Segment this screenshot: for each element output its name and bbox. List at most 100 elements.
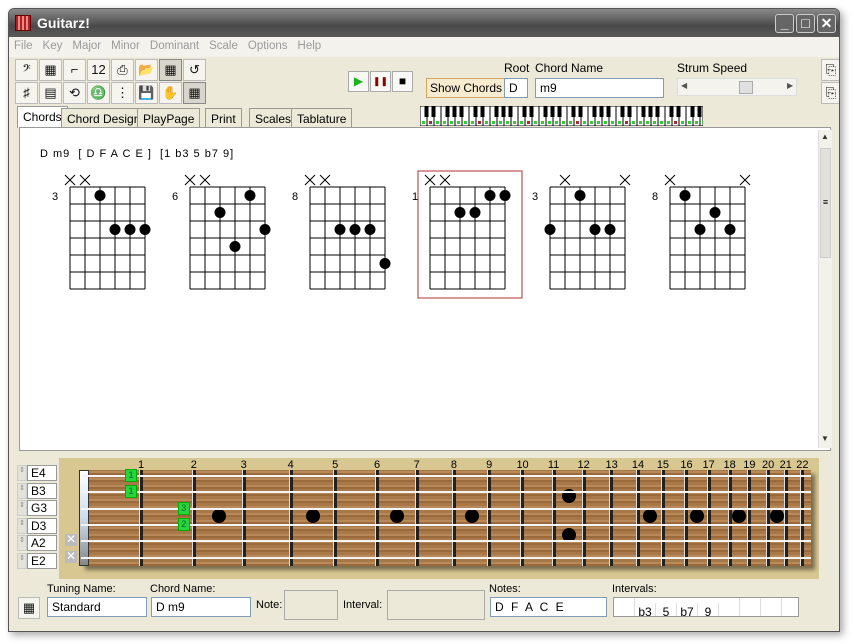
key-marker	[492, 121, 495, 124]
menu-options[interactable]: Options	[243, 37, 293, 55]
finger-marker[interactable]: 2	[177, 517, 190, 531]
show-chords-button[interactable]: Show Chords	[426, 78, 507, 98]
keyboard-icon[interactable]: ▦	[39, 59, 62, 81]
key-marker	[457, 121, 460, 124]
key-marker	[695, 121, 698, 124]
print-icon[interactable]: ⎙	[111, 59, 134, 81]
staff-icon[interactable]: ♯	[15, 82, 38, 104]
menu-scale[interactable]: Scale	[204, 37, 243, 55]
string-label-G3[interactable]: G3	[27, 500, 57, 516]
note-label: Note:	[256, 599, 283, 611]
menu-dominant[interactable]: Dominant	[145, 37, 204, 55]
string-tuning-spinner[interactable]: ⇕	[17, 535, 27, 551]
menu-minor[interactable]: Minor	[106, 37, 145, 55]
muted-string-mark	[199, 174, 211, 186]
fretboard-toggle-icon[interactable]: ▦	[18, 597, 40, 619]
vertical-scrollbar[interactable]: ▲ ≡ ▼	[818, 130, 832, 448]
finger-dot	[724, 224, 736, 235]
loop-icon[interactable]: ⟲	[63, 82, 86, 104]
string-tuning-spinner[interactable]: ⇕	[17, 517, 27, 534]
key-marker	[604, 121, 607, 124]
page-3-icon[interactable]: ⎘	[821, 82, 839, 104]
string-tuning-spinner[interactable]: ⇕	[17, 465, 27, 481]
finger-dot	[109, 224, 121, 235]
menu-help[interactable]: Help	[293, 37, 327, 55]
tab-scales[interactable]: Scales	[249, 108, 298, 128]
play-button[interactable]: ▶	[348, 71, 369, 92]
maximize-button[interactable]: □	[796, 14, 815, 33]
note-display	[284, 590, 338, 620]
fretboard[interactable]: 1 2 3 4 5 6 7 8 9 10 11 12 13 14 15 16 17 18 19 20 21 22 1 1 3 2 ✕…	[59, 458, 819, 579]
arrow-right-icon[interactable]: ▶	[787, 81, 793, 90]
menu-bar: File Key Major Minor Dominant Scale Options Hel…	[9, 37, 839, 57]
grid-icon[interactable]: ▦	[159, 59, 182, 81]
page-1-icon[interactable]: ⎘	[821, 59, 839, 81]
string-label-A2[interactable]: A2	[27, 535, 57, 551]
root-input[interactable]: D	[504, 78, 528, 98]
scroll-down-icon[interactable]: ▼	[821, 434, 829, 443]
arrow-left-icon[interactable]: ◀	[681, 81, 687, 90]
string-tuning-spinner[interactable]: ⇕	[17, 482, 27, 499]
string-tuning-spinner[interactable]: ⇕	[17, 552, 27, 569]
piano-keyboard[interactable]	[420, 106, 703, 126]
muted-string-icon[interactable]: ✕	[65, 533, 77, 547]
key-marker	[436, 121, 439, 124]
tab-playpage[interactable]: PlayPage	[137, 108, 201, 128]
menu-key[interactable]: Key	[38, 37, 68, 55]
stop-button[interactable]: ■	[392, 71, 413, 92]
hand-icon[interactable]: ✋	[159, 82, 182, 104]
fret-number: 22	[796, 459, 809, 471]
fret-number: 7	[413, 459, 420, 471]
muted-string-mark	[439, 174, 451, 186]
fret-inlay	[769, 508, 784, 523]
notes-field[interactable]: D F A C E	[490, 597, 607, 617]
string-label-E2[interactable]: E2	[27, 552, 57, 569]
piano-icon[interactable]: ▤	[39, 82, 62, 104]
close-button[interactable]: ✕	[817, 14, 836, 33]
menu-major[interactable]: Major	[67, 37, 106, 55]
finger-dot	[259, 224, 271, 235]
steps-icon[interactable]: ⌐	[63, 59, 86, 81]
finger-marker[interactable]: 3	[177, 501, 190, 515]
string-label-B3[interactable]: B3	[27, 482, 57, 499]
finger-dot	[709, 207, 721, 218]
finger-dot	[244, 190, 256, 201]
numbers-icon[interactable]: 12	[87, 59, 110, 81]
chord-name-input[interactable]: m9	[535, 78, 664, 98]
string-label-D3[interactable]: D3	[27, 517, 57, 534]
finger-marker[interactable]: 1	[124, 469, 137, 482]
fretboard-icon[interactable]: ▦	[183, 82, 206, 104]
string-tuning-spinner[interactable]: ⇕	[17, 500, 27, 516]
bass-clef-icon[interactable]: 𝄢	[15, 59, 38, 81]
tuning-name-field[interactable]: Standard	[47, 597, 147, 617]
finger-marker[interactable]: 1	[124, 485, 137, 499]
open-folder-icon[interactable]: 📂	[135, 59, 158, 81]
fret-wire	[487, 470, 492, 566]
slider-thumb[interactable]	[739, 81, 754, 94]
pause-button[interactable]: ❚❚	[370, 71, 391, 92]
muted-string-icon[interactable]: ✕	[65, 550, 77, 563]
finger-dot	[364, 224, 376, 235]
fret-number: 18	[723, 459, 736, 471]
chord-diagram-4: 1	[412, 170, 523, 299]
menu-file[interactable]: File	[9, 37, 38, 55]
key-marker	[520, 121, 523, 124]
muted-string-mark	[184, 174, 196, 186]
tab-bar: Chords Chord Design PlayPage Print Scales Tab…	[17, 106, 353, 128]
fret-number: 15	[656, 459, 670, 471]
minimize-button[interactable]: _	[775, 14, 794, 33]
dots-icon[interactable]: ⋮	[111, 82, 134, 104]
undo-icon[interactable]: ↺	[183, 59, 206, 81]
tab-tablature[interactable]: Tablature	[291, 108, 353, 128]
tab-print[interactable]: Print	[205, 108, 242, 128]
tab-chord-design[interactable]: Chord Design	[61, 108, 147, 128]
bottom-chord-name-field[interactable]: D m9	[151, 597, 251, 617]
finger-dot	[454, 207, 466, 218]
metronome-icon[interactable]: ♎	[87, 82, 110, 104]
strum-speed-slider[interactable]: ◀ ▶	[677, 78, 797, 96]
scroll-thumb[interactable]: ≡	[820, 148, 831, 258]
string-label-E4[interactable]: E4	[27, 465, 57, 481]
scroll-up-icon[interactable]: ▲	[821, 132, 829, 141]
save-icon[interactable]: 💾	[135, 82, 158, 104]
finger-dot	[499, 190, 511, 201]
